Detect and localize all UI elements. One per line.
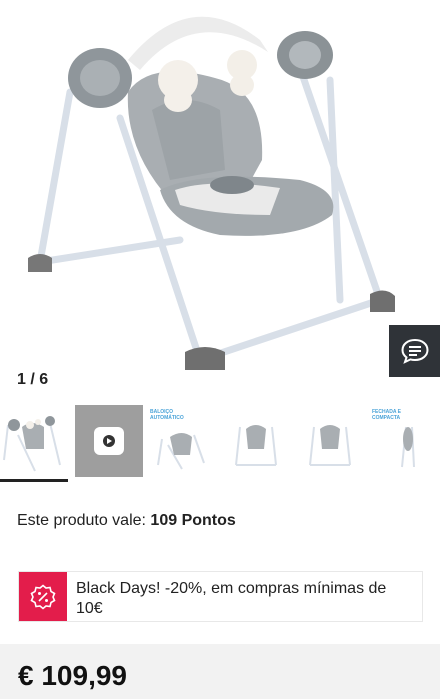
thumbnail-infographic-3[interactable] [296, 405, 364, 477]
points-value: 109 Pontos [150, 512, 236, 529]
video-frame [94, 427, 124, 455]
promo-text: Black Days! -20%, em compras mínimas de … [76, 580, 387, 617]
play-icon [103, 435, 115, 447]
image-counter: 1 / 6 [17, 371, 49, 388]
chat-button[interactable] [389, 325, 440, 377]
chat-bubble-icon [400, 338, 429, 364]
thumbnail-tag: BALOIÇO AUTOMÁTICO [150, 409, 184, 421]
promo-badge [19, 572, 67, 621]
thumbnail-tag: FECHADA E COMPACTA [372, 409, 401, 421]
product-image[interactable] [0, 0, 440, 400]
swing-thumbnail-icon [309, 425, 351, 466]
thumbnail-infographic-1[interactable]: BALOIÇO AUTOMÁTICO [148, 405, 216, 477]
percent-badge-icon [30, 583, 56, 610]
promo-banner: Black Days! -20%, em compras mínimas de … [18, 571, 423, 622]
points-prefix: Este produto vale: [17, 512, 146, 529]
thumbnail-photo[interactable] [0, 405, 68, 482]
swing-thumbnail-icon [235, 425, 277, 466]
baby-swing-illustration [28, 16, 395, 370]
thumbnail-infographic-4[interactable]: FECHADA E COMPACTA [370, 405, 438, 477]
thumbnail-strip: BALOIÇO AUTOMÁTICO FECHADA E COMPACTA [0, 405, 440, 483]
thumbnail-video[interactable] [75, 405, 143, 477]
thumbnail-infographic-2[interactable] [222, 405, 290, 477]
loyalty-points: Este produto vale: 109 Pontos [17, 512, 236, 530]
product-price: € 109,99 [18, 660, 127, 691]
swing-thumbnail-icon [3, 416, 61, 472]
